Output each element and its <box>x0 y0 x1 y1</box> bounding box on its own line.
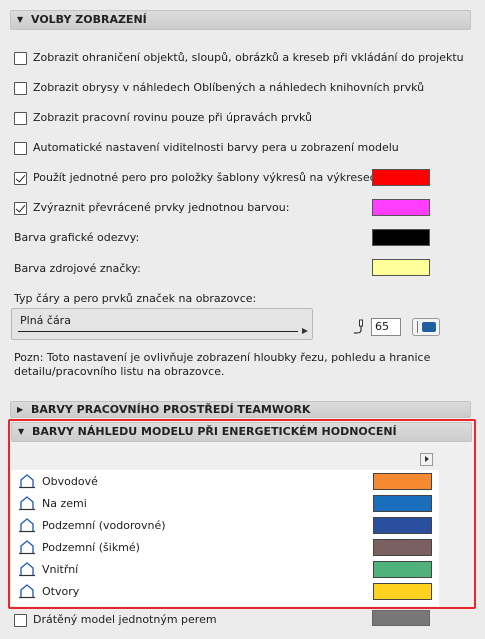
line-type-selector[interactable]: Plná čára <box>11 308 313 340</box>
house-underground-sloped-icon <box>18 539 36 556</box>
color-swatch-source-marker[interactable] <box>372 259 430 276</box>
teamwork-header[interactable]: ▶ BARVY PRACOVNÍHO PROSTŘEDÍ TEAMWORK <box>10 401 471 418</box>
checkbox-label: Použít jednotné pero pro položky šablony… <box>33 171 387 184</box>
color-swatch-mirrored[interactable] <box>372 199 430 216</box>
line-preview <box>18 331 298 332</box>
line-type-label: Typ čáry a pero prvků značek na obrazovc… <box>14 292 257 305</box>
chevron-right-icon <box>302 328 308 334</box>
energy-color-swatch[interactable] <box>373 583 432 600</box>
feedback-color-label: Barva grafické odezvy: <box>14 231 140 244</box>
energy-row-label: Na zemi <box>42 497 87 510</box>
energy-color-swatch[interactable] <box>373 517 432 534</box>
energy-row-label: Otvory <box>42 585 80 598</box>
energy-color-swatch[interactable] <box>373 539 432 556</box>
note-line-1: Pozn: Toto nastavení je ovlivňuje zobraz… <box>14 351 431 364</box>
checkbox-auto-pen-visibility[interactable] <box>14 142 27 155</box>
pen-color-button[interactable] <box>412 318 440 336</box>
checkbox-label: Drátěný model jednotným perem <box>33 613 217 626</box>
energy-row-label: Podzemní (šikmé) <box>42 541 140 554</box>
energy-row-label: Obvodové <box>42 475 98 488</box>
line-type-value: Plná čára <box>20 314 71 327</box>
chevron-right-icon <box>425 456 429 462</box>
energy-color-swatch[interactable] <box>373 495 432 512</box>
checkbox-label: Zobrazit pracovní rovinu pouze při úprav… <box>33 111 313 124</box>
energy-row-label: Podzemní (vodorovné) <box>42 519 166 532</box>
section-title: VOLBY ZOBRAZENÍ <box>31 13 147 26</box>
checkbox-uniform-pen-drawings[interactable] <box>14 172 27 185</box>
section-title: BARVY PRACOVNÍHO PROSTŘEDÍ TEAMWORK <box>31 403 311 416</box>
checkbox-show-working-plane[interactable] <box>14 112 27 125</box>
color-swatch-wireframe[interactable] <box>372 610 430 626</box>
pen-icon <box>352 318 370 336</box>
house-ground-icon <box>18 495 36 512</box>
color-swatch-feedback[interactable] <box>372 229 430 246</box>
color-swatch-uniform-pen[interactable] <box>372 169 430 186</box>
divider <box>417 321 418 333</box>
display-options-header[interactable]: ▼ VOLBY ZOBRAZENÍ <box>10 10 471 30</box>
energy-header[interactable]: ▼ BARVY NÁHLEDU MODELU PŘI ENERGETICKÉM … <box>11 422 472 442</box>
pen-color-chip <box>422 322 436 332</box>
checkbox-label: Zobrazit obrysy v náhledech Oblíbených a… <box>33 81 425 94</box>
energy-color-swatch[interactable] <box>373 561 432 578</box>
triangle-down-icon: ▼ <box>17 15 24 24</box>
note-line-2: detailu/pracovního listu na obrazovce. <box>14 365 225 378</box>
house-underground-horizontal-icon <box>18 517 36 534</box>
triangle-right-icon: ▶ <box>17 405 24 414</box>
energy-color-swatch[interactable] <box>373 473 432 490</box>
checkbox-label: Automatické nastavení viditelnosti barvy… <box>33 141 399 154</box>
source-marker-label: Barva zdrojové značky: <box>14 262 141 275</box>
house-openings-icon <box>18 583 36 600</box>
house-outline-icon <box>18 473 36 490</box>
checkbox-show-outlines[interactable] <box>14 82 27 95</box>
energy-row-label: Vnitřní <box>42 563 79 576</box>
triangle-down-icon: ▼ <box>18 427 25 436</box>
checkbox-label: Zvýraznit převrácené prvky jednotnou bar… <box>33 201 290 214</box>
section-title: BARVY NÁHLEDU MODELU PŘI ENERGETICKÉM HO… <box>32 425 397 438</box>
pen-number-field[interactable]: 65 <box>371 318 401 336</box>
checkbox-label: Zobrazit ohraničení objektů, sloupů, obr… <box>33 51 464 64</box>
checkbox-highlight-mirrored[interactable] <box>14 202 27 215</box>
house-interior-icon <box>18 561 36 578</box>
expand-button[interactable] <box>420 453 433 466</box>
checkbox-show-object-bounds[interactable] <box>14 52 27 65</box>
checkbox-wireframe[interactable] <box>14 614 27 627</box>
